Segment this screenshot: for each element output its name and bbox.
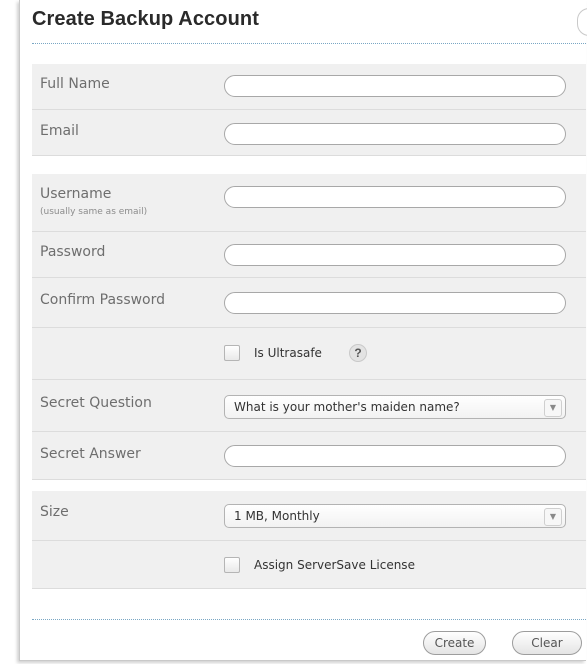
ultrasafe-label[interactable]: Is Ultrasafe [254, 346, 322, 360]
size-group: Size 1 MB, Monthly ▼ Assign ServerSave L… [32, 491, 586, 589]
username-label: Username [40, 186, 112, 202]
username-row: Username (usually same as email) [32, 174, 586, 232]
size-select[interactable]: 1 MB, Monthly ▼ [224, 504, 566, 528]
ultrasafe-row: Is Ultrasafe ? [32, 328, 586, 380]
email-input[interactable] [224, 123, 566, 145]
dialog-corner-decoration [577, 8, 587, 36]
serversave-checkbox[interactable] [224, 557, 240, 573]
confirm-password-row: Confirm Password [32, 278, 586, 328]
footer-divider [32, 619, 586, 620]
chevron-down-icon[interactable]: ▼ [544, 399, 562, 417]
secret-question-value: What is your mother's maiden name? [234, 400, 460, 414]
password-label: Password [40, 244, 106, 260]
confirm-password-input[interactable] [224, 292, 566, 314]
name-email-group: Full Name Email [32, 64, 586, 156]
secret-question-label: Secret Question [40, 395, 152, 411]
full-name-row: Full Name [32, 64, 586, 110]
full-name-input[interactable] [224, 75, 566, 97]
email-label: Email [40, 123, 79, 139]
size-value: 1 MB, Monthly [234, 509, 320, 523]
size-row: Size 1 MB, Monthly ▼ [32, 491, 586, 541]
ultrasafe-checkbox[interactable] [224, 345, 240, 361]
secret-question-select[interactable]: What is your mother's maiden name? ▼ [224, 395, 566, 419]
secret-question-row: Secret Question What is your mother's ma… [32, 380, 586, 432]
create-button[interactable]: Create [423, 631, 486, 655]
dialog-title: Create Backup Account [32, 8, 259, 30]
title-divider [32, 43, 586, 44]
password-input[interactable] [224, 244, 566, 266]
secret-answer-input[interactable] [224, 445, 566, 467]
create-backup-account-dialog: Create Backup Account Full Name Email Us… [19, 0, 587, 661]
size-label: Size [40, 504, 69, 520]
clear-button[interactable]: Clear [512, 631, 582, 655]
secret-answer-label: Secret Answer [40, 446, 141, 462]
credentials-group: Username (usually same as email) Passwor… [32, 174, 586, 480]
serversave-label[interactable]: Assign ServerSave License [254, 558, 415, 572]
full-name-label: Full Name [40, 76, 110, 92]
help-icon[interactable]: ? [349, 344, 367, 362]
username-input[interactable] [224, 186, 566, 208]
confirm-password-label: Confirm Password [40, 292, 166, 308]
username-hint: (usually same as email) [40, 207, 148, 217]
chevron-down-icon[interactable]: ▼ [544, 508, 562, 526]
secret-answer-row: Secret Answer [32, 432, 586, 480]
password-row: Password [32, 232, 586, 278]
email-row: Email [32, 110, 586, 156]
serversave-row: Assign ServerSave License [32, 541, 586, 589]
